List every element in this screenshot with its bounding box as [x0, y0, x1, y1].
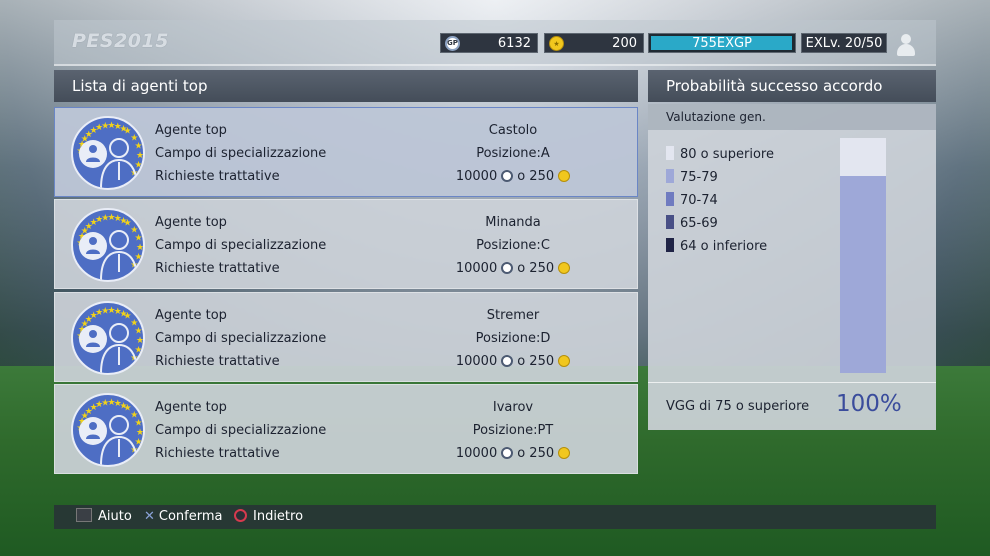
- probability-footer: VGG di 75 o superiore 100%: [648, 382, 936, 430]
- gp-icon: [501, 262, 514, 274]
- legend-label: 65-69: [680, 216, 718, 231]
- help-aiuto-label: Aiuto: [98, 509, 132, 524]
- legend-item: 65-69: [666, 215, 718, 231]
- agent-label: Agente top: [155, 215, 227, 230]
- coin-icon: [558, 170, 571, 182]
- agent-price: 10000 o 250: [385, 169, 641, 184]
- coin-icon: [558, 262, 571, 274]
- legend-label: 80 o superiore: [680, 147, 774, 162]
- help-conferma-label: Conferma: [158, 509, 223, 524]
- field-label: Campo di specializzazione: [155, 146, 327, 161]
- coin-icon: [558, 447, 571, 459]
- probability-footer-value: 100%: [836, 391, 902, 417]
- agent-coin-cost: o 250: [517, 354, 555, 369]
- agent-position: Posizione:A: [476, 146, 550, 161]
- agent-badge-icon: ★★★★★★★★★★★★★★★★: [71, 208, 145, 282]
- top-bar: PES2015 GP 6132 ★ 200 755EXGP EXLv. 20/5…: [54, 20, 936, 66]
- legend-swatch: [666, 169, 674, 183]
- legend-item: 75-79: [666, 169, 718, 185]
- cross-button-icon: ✕: [144, 509, 155, 524]
- agent-position: Posizione:PT: [472, 423, 554, 438]
- agent-label: Agente top: [155, 123, 227, 138]
- ex-level-text: EXLv. 20/50: [805, 36, 883, 51]
- gp-icon: [501, 170, 514, 182]
- legend-item: 70-74: [666, 192, 718, 208]
- cost-label: Richieste trattative: [155, 354, 280, 369]
- agent-gp-cost: 10000: [455, 446, 498, 461]
- agent-gp-cost: 10000: [455, 261, 498, 276]
- agent-coin-cost: o 250: [517, 446, 555, 461]
- legend-item: 64 o inferiore: [666, 238, 767, 254]
- ex-level: EXLv. 20/50: [801, 33, 887, 53]
- gp-icon: [501, 355, 514, 367]
- game-logo: PES2015: [72, 30, 169, 52]
- agent-label: Agente top: [155, 400, 227, 415]
- agent-name: Minanda: [485, 215, 541, 230]
- agent-position: Posizione:D: [475, 331, 551, 346]
- legend-swatch: [666, 215, 674, 229]
- help-bar: Aiuto ✕ Conferma Indietro: [54, 505, 936, 529]
- gp-counter: GP 6132: [440, 33, 538, 53]
- help-conferma[interactable]: ✕ Conferma: [144, 505, 223, 529]
- field-label: Campo di specializzazione: [155, 331, 327, 346]
- agent-gp-cost: 10000: [455, 169, 498, 184]
- legend-label: 75-79: [680, 170, 718, 185]
- agents-list-title: Lista di agenti top: [54, 70, 638, 102]
- agent-price: 10000 o 250: [385, 261, 641, 276]
- legend-label: 64 o inferiore: [680, 239, 768, 254]
- user-avatar-icon[interactable]: [894, 32, 918, 56]
- exgp-value: 755EXGP: [692, 36, 752, 51]
- agent-name: Stremer: [486, 308, 540, 323]
- coin-counter: ★ 200: [544, 33, 644, 53]
- legend-swatch: [666, 192, 674, 206]
- coin-icon: [558, 355, 571, 367]
- agent-row[interactable]: ★★★★★★★★★★★★★★★★ Agente top Campo di speci…: [54, 107, 638, 197]
- agent-label: Agente top: [155, 308, 227, 323]
- agent-row[interactable]: ★★★★★★★★★★★★★★★★ Agente top Campo di speci…: [54, 384, 638, 474]
- agent-badge-icon: ★★★★★★★★★★★★★★★★: [71, 393, 145, 467]
- gp-icon: [501, 447, 514, 459]
- help-indietro-label: Indietro: [253, 509, 304, 524]
- cost-label: Richieste trattative: [155, 261, 280, 276]
- legend-swatch: [666, 146, 674, 160]
- probability-panel: Valutazione gen. 80 o superiore 75-79 70-7…: [648, 104, 936, 430]
- legend-item: 80 o superiore: [666, 146, 774, 162]
- help-indietro[interactable]: Indietro: [234, 505, 303, 529]
- agent-coin-cost: o 250: [517, 261, 555, 276]
- gp-value: 6132: [497, 36, 531, 51]
- agent-price: 10000 o 250: [385, 354, 641, 369]
- agent-name: Ivarov: [492, 400, 534, 415]
- coin-icon: ★: [549, 36, 564, 51]
- legend-swatch: [666, 238, 674, 252]
- gp-icon: GP: [445, 36, 460, 51]
- probability-bar: [840, 138, 886, 373]
- help-aiuto[interactable]: Aiuto: [76, 505, 132, 529]
- legend-label: 70-74: [680, 193, 718, 208]
- circle-button-icon: [234, 509, 247, 522]
- agent-badge-icon: ★★★★★★★★★★★★★★★★: [71, 116, 145, 190]
- probability-bar-fill: [840, 175, 886, 373]
- exgp-bar: 755EXGP: [648, 33, 796, 53]
- square-button-icon: [76, 508, 92, 522]
- rating-subtitle: Valutazione gen.: [648, 104, 936, 130]
- agent-row[interactable]: ★★★★★★★★★★★★★★★★ Agente top Campo di speci…: [54, 292, 638, 382]
- cost-label: Richieste trattative: [155, 446, 280, 461]
- probability-footer-label: VGG di 75 o superiore: [666, 399, 810, 414]
- agent-gp-cost: 10000: [455, 354, 498, 369]
- agent-coin-cost: o 250: [517, 169, 555, 184]
- field-label: Campo di specializzazione: [155, 238, 327, 253]
- agent-badge-icon: ★★★★★★★★★★★★★★★★: [71, 301, 145, 375]
- agent-position: Posizione:C: [476, 238, 550, 253]
- coin-value: 200: [612, 36, 637, 51]
- agent-name: Castolo: [488, 123, 538, 138]
- agent-row[interactable]: ★★★★★★★★★★★★★★★★ Agente top Campo di speci…: [54, 199, 638, 289]
- probability-title: Probabilità successo accordo: [648, 70, 936, 102]
- cost-label: Richieste trattative: [155, 169, 280, 184]
- agent-price: 10000 o 250: [385, 446, 641, 461]
- field-label: Campo di specializzazione: [155, 423, 327, 438]
